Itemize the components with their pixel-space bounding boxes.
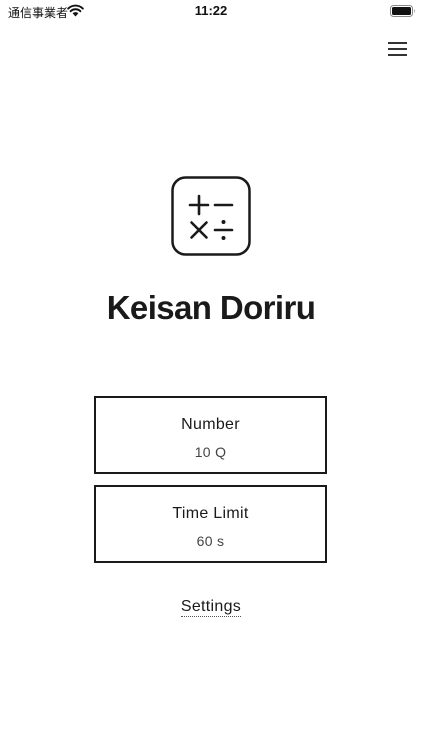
number-option-button[interactable]: Number 10 Q <box>94 396 327 474</box>
battery-icon <box>390 5 415 17</box>
math-operators-icon <box>171 176 251 256</box>
time-limit-label: Time Limit <box>172 505 249 522</box>
time-limit-option-button[interactable]: Time Limit 60 s <box>94 485 327 563</box>
app-title: Keisan Doriru <box>106 289 316 326</box>
settings-label[interactable]: Settings <box>180 598 242 617</box>
hamburger-menu-icon <box>388 42 407 56</box>
menu-button[interactable] <box>384 38 410 60</box>
settings-link[interactable]: Settings <box>0 598 422 617</box>
number-value: 10 Q <box>194 444 227 460</box>
status-time: 11:22 <box>194 3 228 18</box>
number-label: Number <box>181 416 240 433</box>
time-limit-value: 60 s <box>196 533 225 549</box>
status-bar: 通信事業者 11:22 <box>0 0 422 24</box>
